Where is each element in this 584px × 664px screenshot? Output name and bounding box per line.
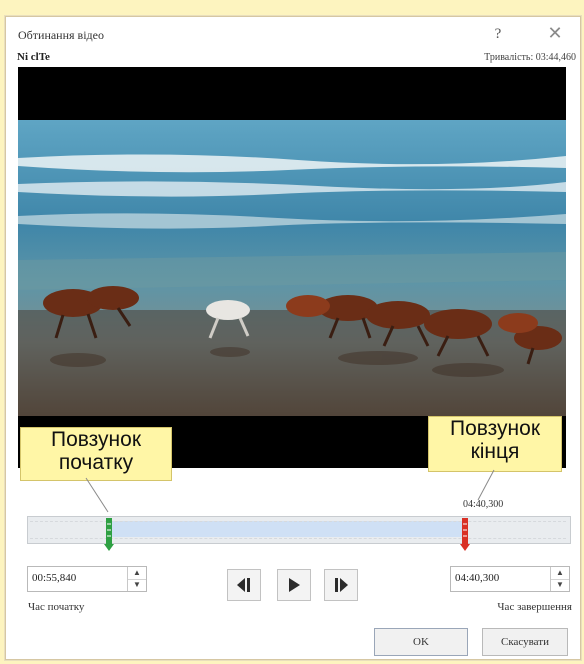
start-time-label: Час початку xyxy=(28,601,85,613)
cancel-button[interactable]: Скасувати xyxy=(482,628,568,656)
end-callout-pointer xyxy=(477,469,495,501)
end-time-input[interactable] xyxy=(453,570,539,586)
chevron-down-icon[interactable]: ▼ xyxy=(551,579,569,591)
start-slider-handle[interactable] xyxy=(104,512,114,552)
start-time-spin-arrows[interactable]: ▲ ▼ xyxy=(127,567,146,591)
start-time-input[interactable] xyxy=(30,570,116,586)
previous-frame-button[interactable] xyxy=(227,569,261,601)
chevron-down-icon[interactable]: ▼ xyxy=(128,579,146,591)
help-button[interactable]: ? xyxy=(488,23,508,45)
start-slider-callout: Повзунок початку xyxy=(20,427,172,481)
end-time-label: Час завершення xyxy=(497,601,572,613)
ok-button[interactable]: OK xyxy=(374,628,468,656)
start-time-spinbox[interactable]: ▲ ▼ xyxy=(27,566,147,592)
end-time-spin-arrows[interactable]: ▲ ▼ xyxy=(550,567,569,591)
end-time-spinbox[interactable]: ▲ ▼ xyxy=(450,566,570,592)
previous-frame-icon xyxy=(237,578,250,592)
dialog-title: Обтинання відео xyxy=(18,28,104,42)
duration-text: Тривалість: 03:44,460 xyxy=(484,52,576,63)
file-name: Ni clTe xyxy=(17,51,50,63)
play-button[interactable] xyxy=(277,569,311,601)
next-frame-icon xyxy=(335,578,348,592)
video-preview[interactable] xyxy=(18,67,566,468)
end-slider-callout: Повзунок кінця xyxy=(428,416,562,472)
video-frame-image xyxy=(18,120,566,416)
start-callout-pointer xyxy=(85,477,109,513)
title-bar: Обтинання відео ? ✕ xyxy=(6,17,580,53)
play-icon xyxy=(289,578,300,592)
next-frame-button[interactable] xyxy=(324,569,358,601)
end-slider-handle[interactable] xyxy=(460,512,470,552)
close-button[interactable]: ✕ xyxy=(543,23,567,47)
